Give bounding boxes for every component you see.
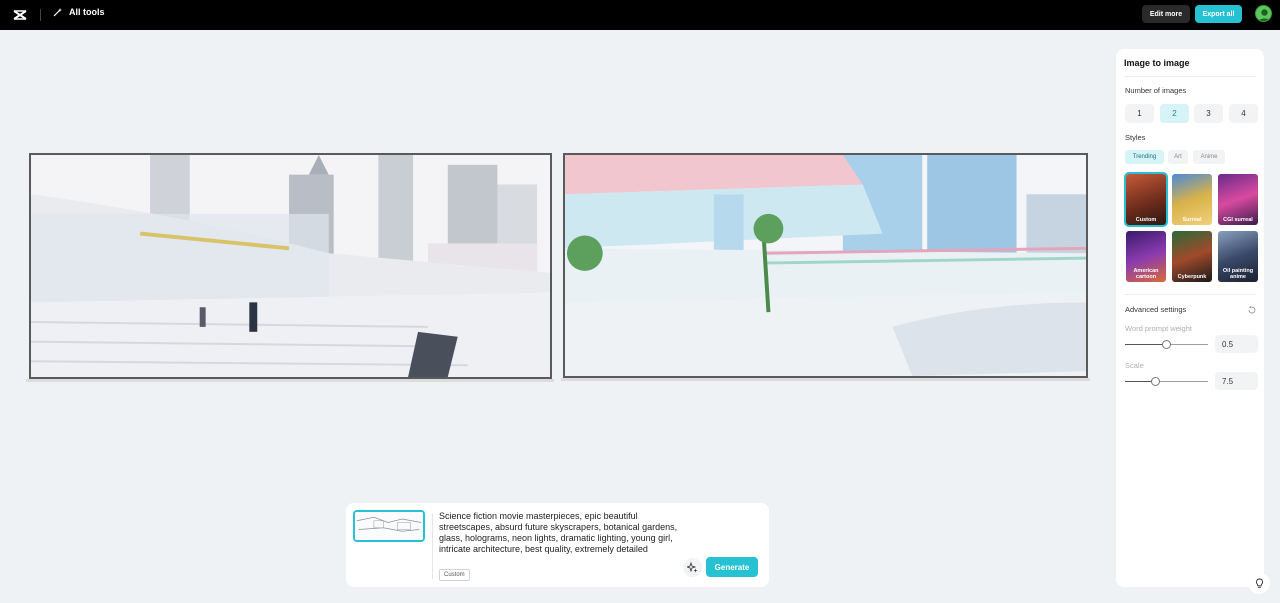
magic-wand-icon [53,8,62,17]
reset-icon[interactable] [1247,305,1257,315]
word-prompt-slider-fill [1125,344,1167,345]
number-of-images-label: Number of images [1125,86,1187,95]
style-label: Custom [1135,217,1157,223]
style-label: Cyberpunk [1177,274,1207,280]
scale-label: Scale [1125,361,1144,370]
prompt-box: Science fiction movie masterpieces, epic… [346,503,769,587]
style-tag[interactable]: Custom [439,569,470,581]
reference-image-thumbnail[interactable] [353,510,425,542]
generate-button[interactable]: Generate [706,557,758,577]
number-option-4[interactable]: 4 [1229,104,1258,123]
generated-image-1[interactable] [29,153,552,379]
enhance-prompt-button[interactable] [683,558,702,577]
avatar[interactable] [1255,5,1272,22]
image-1-shadow [26,379,554,382]
advanced-settings-label: Advanced settings [1125,305,1187,314]
style-card-surreal[interactable]: Surreal [1172,174,1212,225]
all-tools-label: All tools [69,7,105,17]
scale-input[interactable]: 7.5 [1215,372,1258,390]
capcut-logo-icon[interactable] [12,7,28,23]
style-card-cgi-surreal[interactable]: CGI surreal [1218,174,1258,225]
style-label: CGI surreal [1223,217,1253,223]
style-label: Oil painting anime [1222,268,1254,280]
export-all-button[interactable]: Export all [1195,5,1242,23]
panel-title: Image to image [1124,58,1190,68]
styles-label: Styles [1125,133,1146,142]
prompt-divider [432,513,433,579]
number-option-3[interactable]: 3 [1194,104,1223,123]
word-prompt-weight-label: Word prompt weight [1125,324,1192,333]
word-prompt-slider-knob[interactable] [1162,340,1171,349]
sparkle-icon [687,562,698,573]
word-prompt-weight-input[interactable]: 0.5 [1215,335,1258,353]
settings-panel: Image to image Number of images 1 2 3 4 … [1116,49,1264,587]
style-card-custom[interactable]: Custom [1124,172,1168,227]
divider [1124,76,1256,77]
tab-anime[interactable]: Anime [1193,150,1225,164]
top-bar: All tools Edit more Export all [0,0,1280,30]
divider [40,9,41,21]
number-option-1[interactable]: 1 [1125,104,1154,123]
sketch-thumbnail-image [355,512,423,540]
scale-slider-knob[interactable] [1151,377,1161,386]
all-tools-button[interactable]: All tools [53,7,105,17]
number-option-2[interactable]: 2 [1160,104,1189,123]
lightbulb-icon [1255,578,1263,588]
futuristic-city-image-1 [31,155,550,377]
user-avatar-icon [1258,9,1271,21]
futuristic-city-image-2 [565,155,1086,376]
tab-art[interactable]: Art [1168,150,1188,164]
prompt-textarea[interactable]: Science fiction movie masterpieces, epic… [439,511,679,555]
style-card-cyberpunk[interactable]: Cyberpunk [1172,231,1212,282]
image-2-shadow [561,378,1090,381]
style-card-oil-painting-anime[interactable]: Oil painting anime [1218,231,1258,282]
generated-image-2[interactable] [563,153,1088,378]
help-button[interactable] [1248,572,1270,594]
style-card-american-cartoon[interactable]: American cartoon [1126,231,1166,282]
style-label: American cartoon [1133,268,1159,280]
edit-more-button[interactable]: Edit more [1142,5,1190,23]
tab-trending[interactable]: Trending [1125,150,1164,164]
divider [1124,294,1256,295]
style-label: Surreal [1182,217,1202,223]
